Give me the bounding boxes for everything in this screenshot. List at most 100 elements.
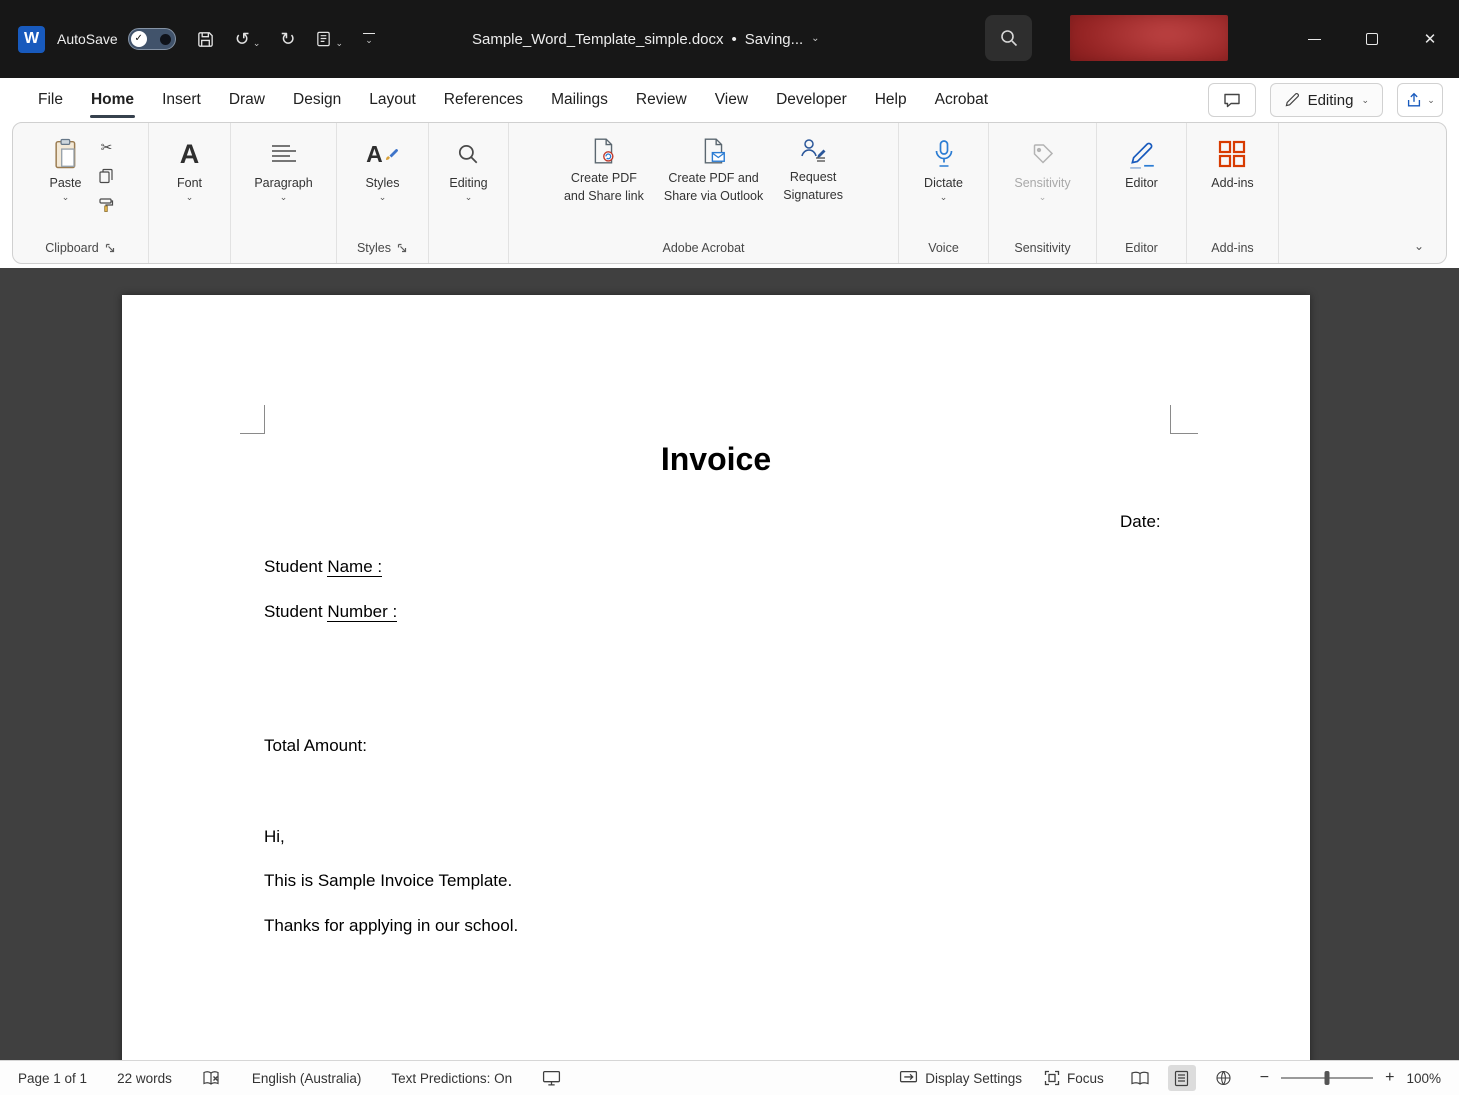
ribbon-group-sensitivity: Sensitivity ⌄ Sensitivity [989, 123, 1097, 263]
editing-button[interactable]: Editing ⌄ [441, 133, 495, 233]
zoom-in-button[interactable]: + [1385, 1069, 1394, 1087]
dictate-label: Dictate [924, 176, 963, 190]
request-signatures-button[interactable]: Request Signatures [773, 133, 853, 233]
student-number-field: Number : [327, 602, 397, 626]
share-icon [1405, 91, 1423, 109]
paragraph-hi: Hi, [264, 826, 285, 847]
clipboard-dialog-launcher-icon[interactable] [105, 243, 116, 254]
styles-group-text: Styles [357, 241, 391, 255]
request-signatures-label: Request Signatures [783, 169, 843, 204]
share-button[interactable]: ⌄ [1397, 83, 1443, 117]
search-button[interactable] [985, 15, 1032, 61]
minimize-icon [1308, 39, 1321, 40]
tab-view[interactable]: View [701, 78, 762, 122]
close-button[interactable]: ✕ [1401, 0, 1459, 78]
styles-brush-icon [385, 147, 399, 161]
styles-label: Styles [365, 176, 399, 190]
tab-developer[interactable]: Developer [762, 78, 861, 122]
editing-mode-label: Editing [1308, 92, 1354, 109]
dictate-button[interactable]: Dictate ⌄ [916, 133, 971, 233]
tab-insert[interactable]: Insert [148, 78, 215, 122]
autosave-toggle[interactable]: ✓ [128, 28, 176, 50]
copy-button[interactable] [93, 166, 119, 186]
account-blur [1070, 15, 1228, 61]
web-layout-button[interactable] [1210, 1065, 1238, 1091]
addins-group-text: Add-ins [1211, 241, 1253, 255]
customize-quick-access-button[interactable]: ⌄ [363, 33, 375, 45]
editing-mode-button[interactable]: Editing ⌄ [1270, 83, 1383, 117]
pdf-outlook-icon [701, 137, 727, 165]
focus-button[interactable]: Focus [1044, 1070, 1104, 1086]
tab-home[interactable]: Home [77, 78, 148, 122]
display-settings-button[interactable]: Display Settings [899, 1070, 1022, 1086]
autosave-label: AutoSave [57, 31, 118, 47]
maximize-button[interactable] [1343, 0, 1401, 78]
document-title-dropdown[interactable]: Sample_Word_Template_simple.docx • Savin… [472, 0, 820, 78]
tab-references[interactable]: References [430, 78, 537, 122]
create-pdf-outlook-button[interactable]: Create PDF and Share via Outlook [654, 133, 773, 233]
ribbon-collapse-button[interactable]: ⌄ [1392, 229, 1446, 263]
paste-icon [51, 138, 81, 170]
redo-button[interactable]: ↻ [280, 30, 295, 48]
minimize-button[interactable] [1285, 0, 1343, 78]
account-badge[interactable] [1070, 15, 1228, 61]
clipboard-small-buttons: ✂ [93, 133, 119, 233]
ribbon-group-editor: Editor Editor [1097, 123, 1187, 263]
margin-crop-mark-left [240, 405, 265, 434]
tab-review[interactable]: Review [622, 78, 701, 122]
tab-layout[interactable]: Layout [355, 78, 430, 122]
tab-draw[interactable]: Draw [215, 78, 279, 122]
paragraph-button[interactable]: Paragraph ⌄ [246, 133, 320, 233]
addins-button[interactable]: Add-ins [1203, 133, 1261, 233]
student-name-field: Name : [327, 557, 382, 581]
adobe-group-text: Adobe Acrobat [662, 241, 744, 255]
paste-button[interactable]: Paste ⌄ [42, 133, 90, 233]
editor-button[interactable]: Editor [1117, 133, 1166, 233]
toggle-knob [160, 34, 171, 45]
print-layout-button[interactable] [1168, 1065, 1196, 1091]
format-painter-button[interactable] [93, 195, 119, 215]
document-page[interactable]: Invoice Date: Student Name : Student Num… [122, 295, 1310, 1060]
zoom-level[interactable]: 100% [1406, 1071, 1441, 1086]
styles-button[interactable]: A Styles ⌄ [357, 133, 407, 233]
ribbon-group-font: A Font ⌄ [149, 123, 231, 263]
chevron-down-icon: ⌄ [253, 38, 261, 48]
focus-label: Focus [1067, 1071, 1104, 1086]
comments-button[interactable] [1208, 83, 1256, 117]
zoom-slider-thumb[interactable] [1325, 1071, 1330, 1085]
read-mode-icon [1130, 1071, 1150, 1086]
chevron-down-icon: ⌄ [465, 193, 473, 202]
read-mode-button[interactable] [1126, 1065, 1154, 1091]
save-button[interactable] [196, 30, 215, 49]
tab-acrobat[interactable]: Acrobat [921, 78, 1002, 122]
save-icon [196, 30, 215, 49]
chevron-down-icon: ⌄ [62, 193, 70, 202]
font-button[interactable]: A Font ⌄ [169, 133, 210, 233]
language-indicator[interactable]: English (Australia) [252, 1071, 362, 1086]
editor-group-label: Editor [1097, 233, 1186, 263]
page-indicator[interactable]: Page 1 of 1 [18, 1071, 87, 1086]
accessibility-status[interactable] [542, 1070, 561, 1086]
word-count[interactable]: 22 words [117, 1071, 172, 1086]
undo-button[interactable]: ↺ ⌄ [235, 30, 261, 48]
proofing-status[interactable] [202, 1070, 222, 1087]
document-title: Sample_Word_Template_simple.docx [472, 31, 724, 48]
text-predictions[interactable]: Text Predictions: On [391, 1071, 512, 1086]
styles-dialog-launcher-icon[interactable] [397, 243, 408, 254]
pdf-outlook-line1: Create PDF and [668, 171, 758, 185]
create-pdf-share-link-button[interactable]: Create PDF and Share link [554, 133, 654, 233]
editing-magnifier-icon [456, 142, 480, 166]
clipboard-group-label: Clipboard [13, 233, 148, 263]
zoom-slider[interactable] [1281, 1077, 1373, 1079]
tab-mailings[interactable]: Mailings [537, 78, 622, 122]
chevron-down-icon: ⌄ [811, 34, 819, 44]
quick-command-button[interactable]: ⌄ [315, 30, 343, 48]
tab-file[interactable]: File [24, 78, 77, 122]
cut-button[interactable]: ✂ [93, 137, 119, 157]
tab-design[interactable]: Design [279, 78, 355, 122]
sensitivity-group-text: Sensitivity [1014, 241, 1070, 255]
zoom-out-button[interactable]: − [1260, 1069, 1269, 1087]
editor-label: Editor [1125, 176, 1158, 190]
paragraph-icon [271, 143, 297, 165]
tab-help[interactable]: Help [861, 78, 921, 122]
